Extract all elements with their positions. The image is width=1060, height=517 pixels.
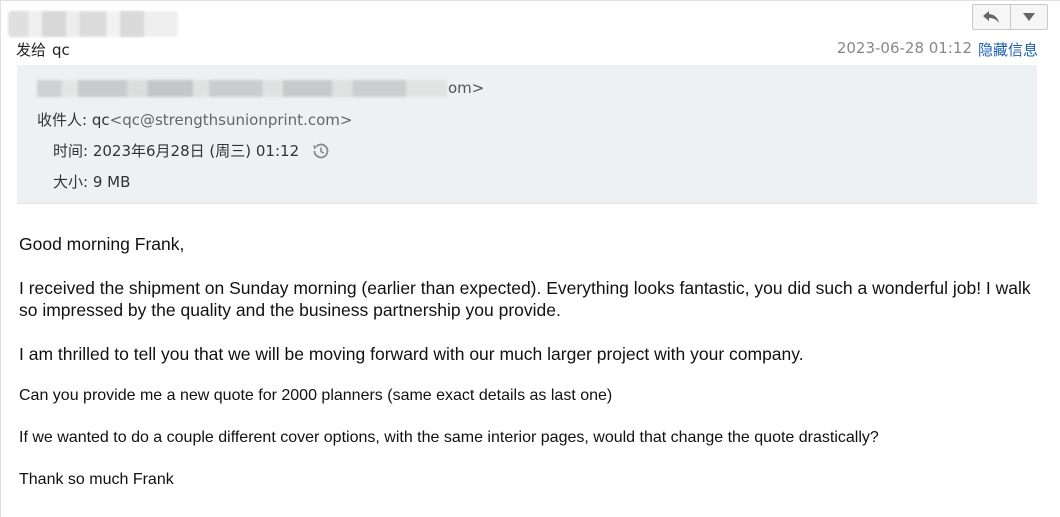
recipient-email[interactable]: <qc@strengthsunionprint.com> [110,111,353,129]
reply-button[interactable] [973,5,1010,29]
recipient-name[interactable]: qc [92,111,110,129]
to-name: qc [52,41,70,59]
message-details-panel: om> 收件人: qc <qc@strengthsunionprint.com> … [17,65,1037,204]
size-row: 大小: 9 MB [53,171,130,192]
time-row: 时间: 2023年6月28日 (周三) 01:12 [53,140,331,161]
size-value: 9 MB [92,172,131,191]
message-toolbar [972,4,1048,30]
to-line: 发给 qc [16,39,70,60]
message-meta: 2023-06-28 01:12 隐藏信息 [837,39,1038,60]
sender-name-redacted [8,11,178,37]
time-label: 时间: [53,142,89,160]
from-row: om> [37,79,484,97]
history-clock-icon[interactable] [309,141,331,161]
size-label: 大小: [53,173,89,191]
body-paragraph-1: I received the shipment on Sunday mornin… [19,278,1031,320]
body-paragraph-2: I am thrilled to tell you that we will b… [19,344,804,364]
hide-details-link[interactable]: 隐藏信息 [978,39,1038,60]
message-body: Good morning Frank, I received the shipm… [19,233,1039,490]
message-date: 2023-06-28 01:12 [836,39,972,57]
time-value: 2023年6月28日 (周三) 01:12 [92,142,300,160]
closing-paragraph: Thank so much Frank [19,471,174,488]
recipient-row: 收件人: qc <qc@strengthsunionprint.com> [37,109,352,130]
greeting-paragraph: Good morning Frank, [19,234,185,254]
body-paragraph-4: If we wanted to do a couple different co… [19,429,879,446]
more-actions-button[interactable] [1009,5,1047,29]
to-label: 发给 [16,41,47,59]
body-paragraph-3: Can you provide me a new quote for 2000 … [19,387,613,404]
dropdown-triangle-icon [1022,13,1035,21]
from-address-redacted [37,79,447,97]
recipient-label: 收件人: [37,111,88,129]
from-address-tail: om> [448,79,485,97]
reply-icon [983,11,1000,23]
